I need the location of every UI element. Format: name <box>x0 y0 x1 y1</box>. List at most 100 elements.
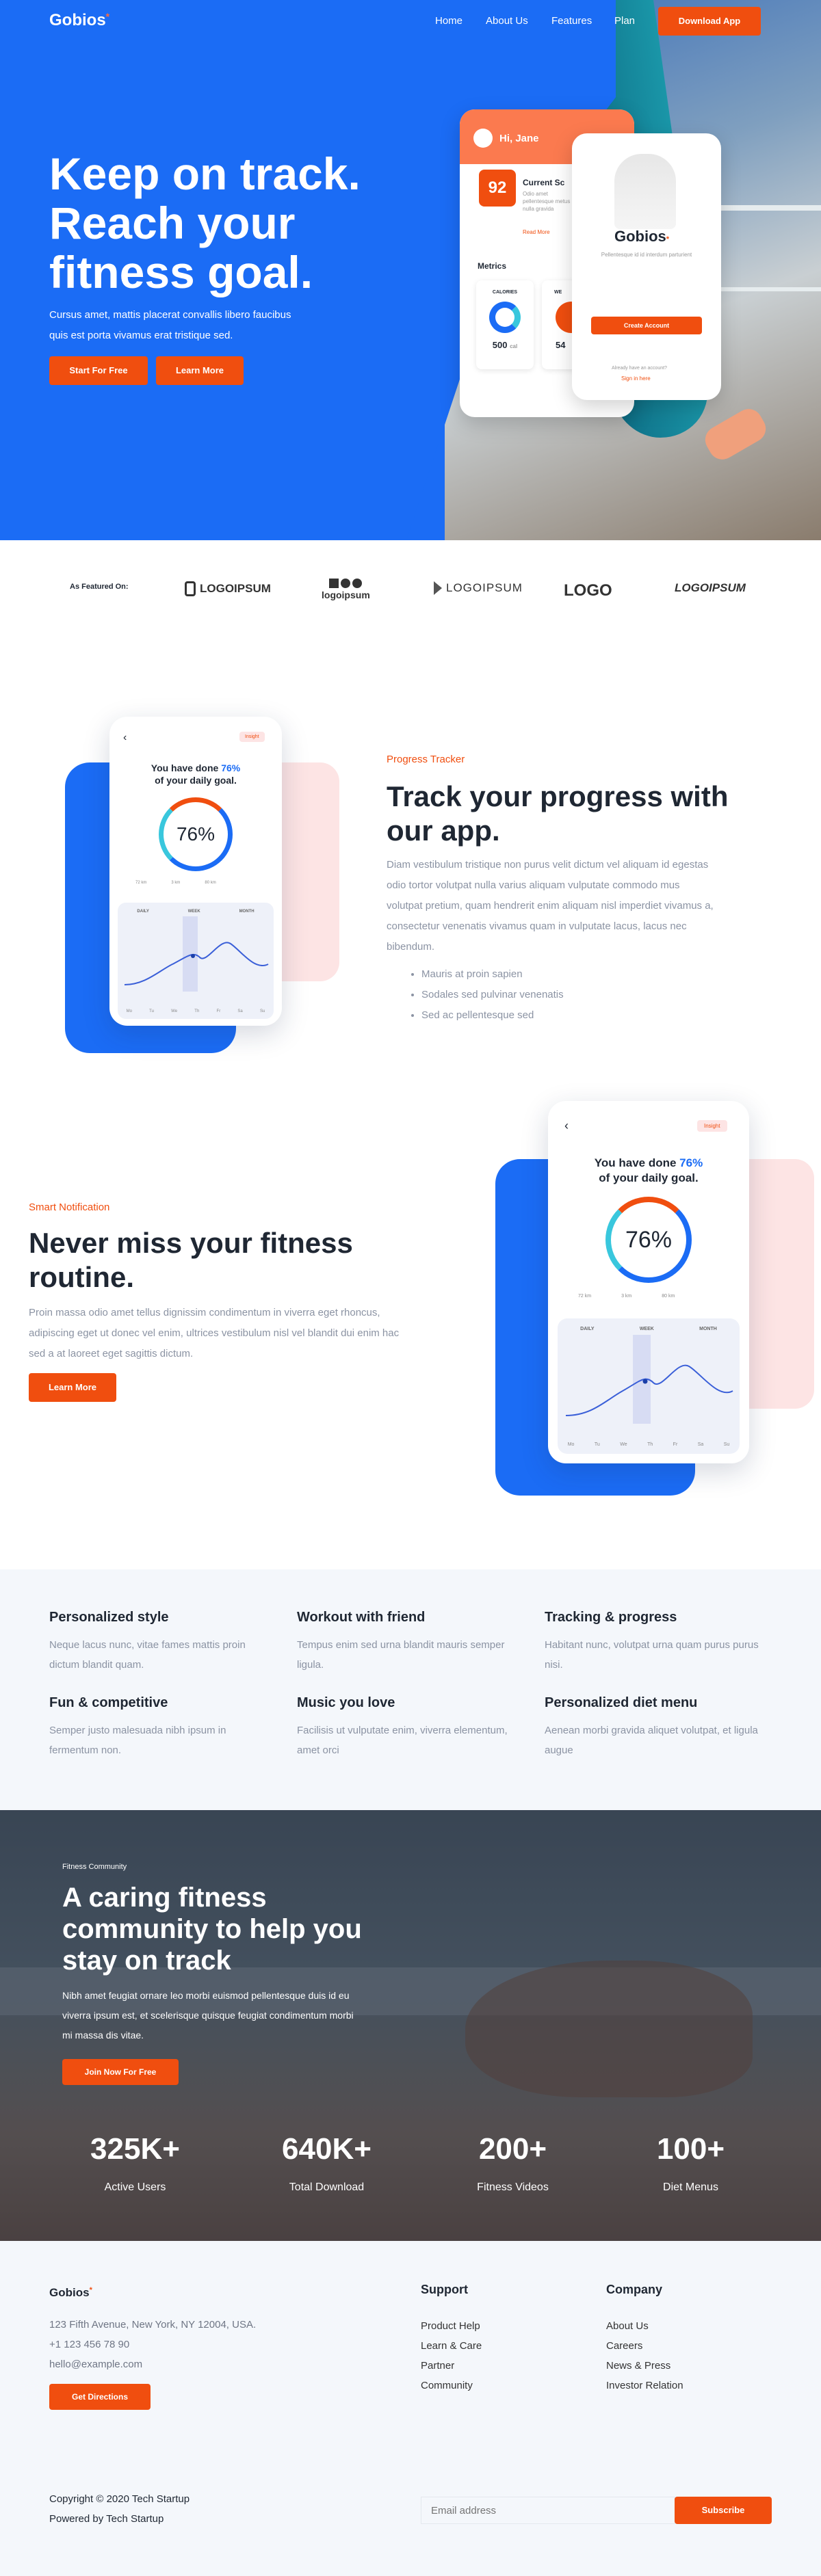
tracker-bullets: Mauris at proin sapien Sodales sed pulvi… <box>409 964 564 1026</box>
create-account-button[interactable]: Create Account <box>591 317 702 334</box>
nav-plan[interactable]: Plan <box>614 15 635 27</box>
app-brand: Gobios* <box>614 228 670 245</box>
feature-personalized-style: Personalized style Neque lacus nunc, vita… <box>49 1610 246 1671</box>
goal-text: You have done 76% of your daily goal. <box>151 762 241 786</box>
score-badge: 92 <box>479 170 516 207</box>
sign-in-link[interactable]: Sign in here <box>621 375 651 382</box>
footer-logo[interactable]: Gobios* <box>49 2286 92 2300</box>
back-icon[interactable]: ‹ <box>123 732 127 744</box>
calories-card: CALORIES 500 cal <box>476 280 534 369</box>
score-title: Current Sc <box>523 178 565 187</box>
hero-title: Keep on track. Reach your fitness goal. <box>49 149 361 297</box>
weekly-chart: DAILY WEEK MONTH Mo Tu We Th Fr Sa Su <box>118 903 274 1019</box>
featured-logo-2: logoipsum <box>322 579 370 600</box>
weekly-chart: DAILY WEEK MONTH Mo Tu We Th Fr Sa Su <box>558 1318 740 1454</box>
stat-active-users: 325K+ Active Users <box>90 2132 180 2193</box>
hero-app-signup: Gobios* Pellentesque id id interdum part… <box>572 133 721 400</box>
app-desc: Pellentesque id id interdum parturient <box>601 252 692 258</box>
hero-sub-line-1: Cursus amet, mattis placerat convallis l… <box>49 309 291 321</box>
list-item: Sed ac pellentesque sed <box>421 1005 564 1026</box>
progress-value: 76% <box>176 823 216 845</box>
hero-section: Gobios* Home About Us Features Plan Down… <box>0 0 821 540</box>
features-section <box>0 1569 821 1810</box>
tracker-phone: ‹ Insight You have done 76% of your daily… <box>109 717 282 1026</box>
notify-learn-more-button[interactable]: Learn More <box>29 1373 116 1402</box>
footer-link[interactable]: Careers <box>606 2336 683 2356</box>
get-directions-button[interactable]: Get Directions <box>49 2384 151 2410</box>
copyright: Copyright © 2020 Tech Startup <box>49 2493 190 2505</box>
sneaker <box>700 403 771 465</box>
address: 123 Fifth Avenue, New York, NY 12004, US… <box>49 2319 257 2331</box>
hero-title-line-3: fitness goal. <box>49 247 313 297</box>
download-app-button[interactable]: Download App <box>658 7 761 36</box>
insight-badge[interactable]: Insight <box>697 1120 727 1132</box>
featured-logo-5: LOGOIPSUM <box>675 581 746 594</box>
feature-tracking-progress: Tracking & progress Habitant nunc, volutp… <box>545 1610 759 1671</box>
tracker-eyebrow: Progress Tracker <box>387 754 465 765</box>
hero-title-line-1: Keep on track. <box>49 148 361 199</box>
footer-link[interactable]: Community <box>421 2376 482 2395</box>
read-more-link[interactable]: Read More <box>523 229 550 235</box>
notify-phone: ‹ Insight You have done 76% of your daily… <box>548 1101 749 1463</box>
feature-music: Music you love Facilisis ut vulputate eni… <box>297 1695 508 1756</box>
phone[interactable]: +1 123 456 78 90 <box>49 2335 256 2354</box>
insight-badge[interactable]: Insight <box>239 732 265 742</box>
footer-link[interactable]: Investor Relation <box>606 2376 683 2395</box>
stat-total-download: 640K+ Total Download <box>282 2132 372 2193</box>
feature-diet-menu: Personalized diet menu Aenean morbi gravi… <box>545 1695 758 1756</box>
email-input[interactable] <box>421 2497 675 2524</box>
footer-contact: 123 Fifth Avenue, New York, NY 12004, US… <box>49 2315 256 2374</box>
greeting: Hi, Jane <box>499 133 539 144</box>
footer-legal: Copyright © 2020 Tech Startup Powered by… <box>49 2489 190 2529</box>
nav-about[interactable]: About Us <box>486 15 528 27</box>
hero-title-line-2: Reach your <box>49 198 296 248</box>
goal-text: You have done 76% of your daily goal. <box>594 1156 703 1184</box>
join-now-button[interactable]: Join Now For Free <box>62 2059 179 2085</box>
footer-company: Company About Us Careers News & Press In… <box>606 2283 683 2395</box>
start-free-button[interactable]: Start For Free <box>49 356 148 385</box>
community-paragraph: Nibh amet feugiat ornare leo morbi euism… <box>62 1990 354 2041</box>
powered-by: Powered by Tech Startup <box>49 2513 164 2525</box>
metrics-label: Metrics <box>478 261 507 271</box>
community-eyebrow: Fitness Community <box>62 1863 127 1871</box>
featured-logo-1: LOGOIPSUM <box>185 581 271 596</box>
featured-label: As Featured On: <box>70 583 129 591</box>
tracker-paragraph: Diam vestibulum tristique non purus veli… <box>387 859 714 953</box>
nav-home[interactable]: Home <box>435 15 462 27</box>
footer-support: Support Product Help Learn & Care Partne… <box>421 2283 482 2395</box>
featured-logo-4: LOGO <box>564 581 612 600</box>
notify-eyebrow: Smart Notification <box>29 1201 110 1213</box>
hero-sub-line-2: quis est porta vivamus erat tristique se… <box>49 330 233 341</box>
calories-label: CALORIES <box>492 290 518 295</box>
calories-value: 500 <box>492 340 508 350</box>
notify-title: Never miss your fitness routine. <box>29 1227 353 1293</box>
score-text: Odio amet pellentesque metus nulla gravi… <box>523 191 571 212</box>
chart-line <box>124 916 269 992</box>
subscribe-button[interactable]: Subscribe <box>675 2497 772 2524</box>
calories-unit: cal <box>510 343 518 349</box>
footer-link[interactable]: Learn & Care <box>421 2336 482 2356</box>
avatar <box>473 129 493 148</box>
brand-logo[interactable]: Gobios* <box>49 11 109 30</box>
footer-link[interactable]: Product Help <box>421 2316 482 2336</box>
learn-more-button[interactable]: Learn More <box>156 356 244 385</box>
email[interactable]: hello@example.com <box>49 2354 256 2374</box>
footer-link[interactable]: Partner <box>421 2356 482 2376</box>
notify-paragraph: Proin massa odio amet tellus dignissim c… <box>29 1307 400 1359</box>
footer-link[interactable]: News & Press <box>606 2356 683 2376</box>
already-text: Already have an account? <box>612 366 667 371</box>
nav-features[interactable]: Features <box>551 15 592 27</box>
chart-line <box>565 1335 733 1424</box>
calories-ring <box>489 302 521 333</box>
list-item: Mauris at proin sapien <box>421 964 564 985</box>
footer-link[interactable]: About Us <box>606 2316 683 2336</box>
list-item: Sodales sed pulvinar venenatis <box>421 985 564 1005</box>
legend: 72 km 3 km 80 km <box>135 881 216 885</box>
back-icon[interactable]: ‹ <box>564 1119 569 1133</box>
athlete-image <box>614 154 676 229</box>
stat-fitness-videos: 200+ Fitness Videos <box>477 2132 549 2193</box>
stat-diet-menus: 100+ Diet Menus <box>656 2132 725 2193</box>
feature-fun-competitive: Fun & competitive Semper justo malesuada … <box>49 1695 226 1756</box>
legend: 72 km 3 km 80 km <box>578 1294 675 1299</box>
progress-value: 76% <box>625 1227 673 1253</box>
